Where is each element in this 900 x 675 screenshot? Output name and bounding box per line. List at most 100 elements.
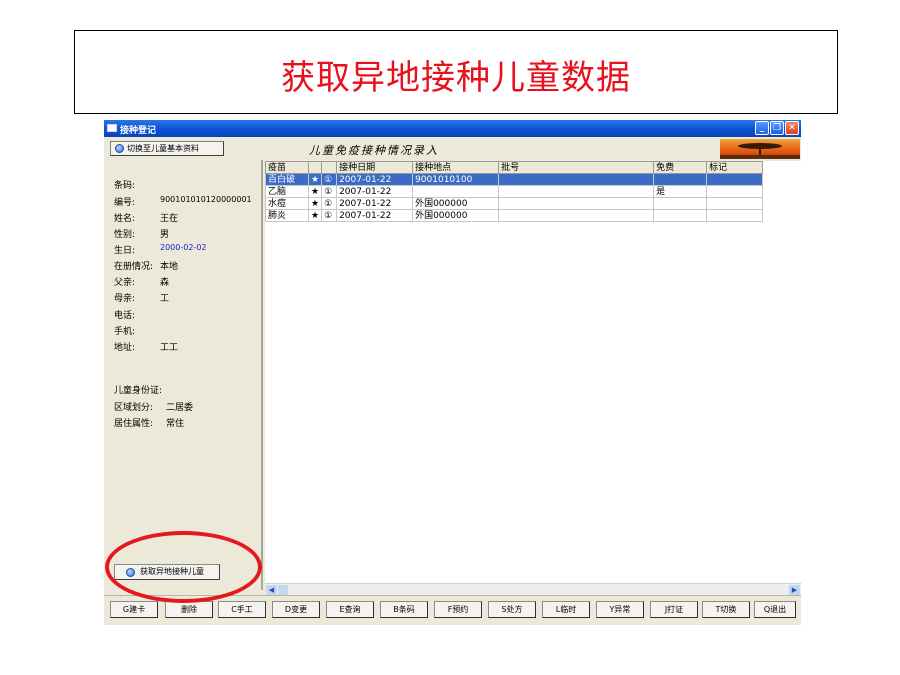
table-cell: ★ [307, 209, 323, 222]
scroll-left-icon[interactable]: ◀ [266, 585, 277, 595]
close-button[interactable]: ✕ [785, 121, 799, 135]
table-cell: 2007-01-22 [336, 209, 414, 222]
scroll-right-icon[interactable]: ▶ [789, 585, 800, 595]
table-cell [706, 197, 764, 210]
slide-title-box: 获取异地接种儿童数据 [74, 30, 838, 114]
table-cell [653, 197, 708, 210]
column-header[interactable]: 免费 [653, 161, 708, 174]
exit-button[interactable]: Q退出 [754, 601, 796, 618]
table-cell: ① [321, 185, 338, 198]
field-label: 手机: [114, 327, 136, 337]
barcode-button[interactable]: B条码 [380, 601, 428, 618]
column-header[interactable]: 标记 [706, 161, 764, 174]
table-row[interactable]: 肺炎 ★ ① 2007-01-22 外国000000 [265, 209, 764, 222]
temporary-button[interactable]: L临时 [542, 601, 590, 618]
table-cell: ★ [307, 197, 323, 210]
prescription-button[interactable]: S处方 [488, 601, 536, 618]
child-id-value: 900101010120000001 [160, 195, 252, 204]
field-label: 姓名: [114, 214, 136, 224]
field-label: 条码: [114, 181, 136, 191]
vaccination-grid[interactable]: 疫苗 接种日期 接种地点 批号 免费 标记 百白破 ★ ① 2007-01-22… [265, 161, 801, 583]
manual-button[interactable]: C手工 [218, 601, 266, 618]
table-cell [498, 185, 655, 198]
table-cell: 2007-01-22 [336, 173, 414, 186]
table-cell [653, 173, 708, 186]
window-title: 接种登记 [120, 126, 157, 136]
horizontal-scrollbar[interactable]: ◀ ▶ [265, 583, 801, 595]
field-label: 电话: [114, 311, 136, 321]
abnormal-button[interactable]: Y异常 [596, 601, 644, 618]
switch-button[interactable]: T切换 [702, 601, 750, 618]
appointment-button[interactable]: F预约 [434, 601, 482, 618]
field-label: 生日: [114, 246, 136, 256]
table-cell [706, 209, 764, 222]
field-label: 性别: [114, 230, 136, 240]
table-row[interactable]: 乙脑 ★ ① 2007-01-22 是 [265, 185, 764, 198]
create-card-button[interactable]: G建卡 [110, 601, 158, 618]
address-value: 工工 [160, 343, 179, 353]
scroll-thumb[interactable] [278, 585, 288, 595]
table-cell: ★ [307, 185, 323, 198]
table-cell: 肺炎 [265, 209, 309, 222]
query-button[interactable]: E查询 [326, 601, 374, 618]
table-cell: ★ [307, 173, 323, 186]
table-cell: 外国000000 [412, 197, 500, 210]
column-header[interactable]: 疫苗 [265, 161, 309, 174]
print-certificate-button[interactable]: J打证 [650, 601, 698, 618]
table-header-row: 疫苗 接种日期 接种地点 批号 免费 标记 [265, 161, 764, 174]
delete-button[interactable]: 删除 [165, 601, 213, 618]
column-header[interactable] [307, 161, 323, 174]
field-label: 区域划分: [114, 403, 154, 413]
child-name-value: 王在 [160, 214, 179, 224]
table-cell: 2007-01-22 [336, 185, 414, 198]
table-cell [498, 209, 655, 222]
table-cell [498, 173, 655, 186]
column-header[interactable]: 批号 [498, 161, 655, 174]
field-label: 母亲: [114, 294, 136, 304]
residence-value: 常住 [166, 419, 185, 429]
toolbar: 切换至儿童基本资料 儿童免疫接种情况录入 [104, 137, 801, 160]
field-label: 儿童身份证: [114, 386, 163, 396]
field-label: 居住属性: [114, 419, 154, 429]
mother-value: 工 [160, 294, 170, 304]
switch-to-profile-button[interactable]: 切换至儿童基本资料 [110, 141, 224, 156]
table-cell [706, 173, 764, 186]
table-cell: ① [321, 173, 338, 186]
column-header[interactable]: 接种日期 [336, 161, 414, 174]
highlight-circle [105, 531, 262, 603]
child-birthday-value: 2000-02-02 [160, 243, 207, 252]
table-cell [653, 209, 708, 222]
father-value: 森 [160, 278, 170, 288]
table-cell: ① [321, 197, 338, 210]
form-header-title: 儿童免疫接种情况录入 [309, 144, 439, 157]
table-row[interactable]: 百白破 ★ ① 2007-01-22 9001010100 [265, 173, 764, 186]
registration-status-value: 本地 [160, 262, 179, 272]
column-header[interactable] [321, 161, 338, 174]
vaccination-table: 疫苗 接种日期 接种地点 批号 免费 标记 百白破 ★ ① 2007-01-22… [265, 161, 764, 222]
table-cell [412, 185, 500, 198]
window-app-icon [107, 124, 117, 132]
field-label: 父亲: [114, 278, 136, 288]
sunset-logo [720, 139, 800, 159]
field-label: 在册情况: [114, 262, 154, 272]
arrow-circle-icon [115, 144, 124, 153]
child-gender-value: 男 [160, 230, 170, 240]
window-titlebar[interactable]: 接种登记 _ ❐ ✕ [104, 120, 801, 137]
table-cell: 是 [653, 185, 708, 198]
change-button[interactable]: D变更 [272, 601, 320, 618]
child-info-panel: 条码: 编号: 900101010120000001 姓名: 王在 性别: 男 … [104, 160, 263, 590]
minimize-button[interactable]: _ [755, 121, 769, 135]
table-row[interactable]: 水痘 ★ ① 2007-01-22 外国000000 [265, 197, 764, 210]
switch-button-label: 切换至儿童基本资料 [127, 144, 199, 153]
field-label: 编号: [114, 198, 136, 208]
restore-button[interactable]: ❐ [770, 121, 784, 135]
table-cell [498, 197, 655, 210]
table-cell: 百白破 [265, 173, 309, 186]
region-value: 二居委 [166, 403, 194, 413]
field-label: 地址: [114, 343, 136, 353]
table-cell: ① [321, 209, 338, 222]
table-cell [706, 185, 764, 198]
table-cell: 9001010100 [412, 173, 500, 186]
table-cell: 2007-01-22 [336, 197, 414, 210]
column-header[interactable]: 接种地点 [412, 161, 500, 174]
